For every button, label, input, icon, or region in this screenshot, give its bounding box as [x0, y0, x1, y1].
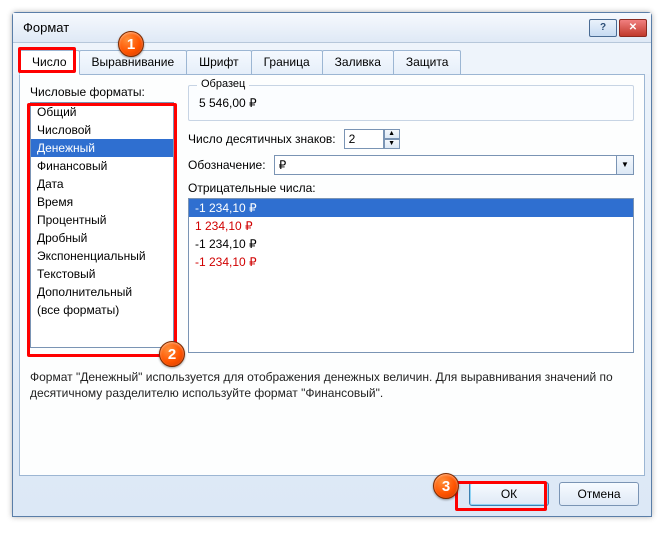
spinner-down-icon[interactable]: ▼	[384, 139, 400, 149]
negative-label: Отрицательные числа:	[188, 181, 634, 195]
window-title: Формат	[23, 20, 589, 35]
category-item[interactable]: Денежный	[31, 139, 173, 157]
category-item[interactable]: Процентный	[31, 211, 173, 229]
decimals-row: Число десятичных знаков: ▲ ▼	[188, 129, 634, 149]
negative-item[interactable]: -1 234,10 ₽	[189, 253, 633, 271]
format-description: Формат "Денежный" используется для отобр…	[30, 369, 634, 401]
category-listbox[interactable]: ОбщийЧисловойДенежныйФинансовыйДатаВремя…	[30, 102, 174, 348]
close-icon[interactable]: ✕	[619, 19, 647, 37]
negative-item[interactable]: 1 234,10 ₽	[189, 217, 633, 235]
titlebar: Формат ? ✕	[13, 13, 651, 43]
tab-4[interactable]: Заливка	[322, 50, 394, 75]
negative-listbox[interactable]: -1 234,10 ₽1 234,10 ₽-1 234,10 ₽-1 234,1…	[188, 198, 634, 353]
category-column: Числовые форматы: ОбщийЧисловойДенежныйФ…	[30, 85, 174, 353]
spinner-up-icon[interactable]: ▲	[384, 129, 400, 139]
category-item[interactable]: Числовой	[31, 121, 173, 139]
tab-strip: ЧислоВыравниваниеШрифтГраницаЗаливкаЗащи…	[13, 43, 651, 74]
category-item[interactable]: Экспоненциальный	[31, 247, 173, 265]
symbol-input[interactable]	[274, 155, 616, 175]
negative-item[interactable]: -1 234,10 ₽	[189, 199, 633, 217]
decimals-input[interactable]	[344, 129, 384, 149]
chevron-down-icon[interactable]: ▼	[616, 155, 634, 175]
category-item[interactable]: (все форматы)	[31, 301, 173, 319]
sample-value: 5 546,00 ₽	[197, 92, 625, 110]
format-cells-dialog: Формат ? ✕ ЧислоВыравниваниеШрифтГраница…	[12, 12, 652, 517]
decimals-spinner[interactable]: ▲ ▼	[344, 129, 400, 149]
symbol-label: Обозначение:	[188, 158, 266, 172]
tab-1[interactable]: Выравнивание	[79, 50, 188, 75]
window-buttons: ? ✕	[589, 19, 647, 37]
sample-title: Образец	[197, 78, 249, 90]
category-item[interactable]: Текстовый	[31, 265, 173, 283]
tab-content-number: Числовые форматы: ОбщийЧисловойДенежныйФ…	[19, 74, 645, 476]
category-label: Числовые форматы:	[30, 85, 174, 99]
symbol-combo[interactable]: ▼	[274, 155, 634, 175]
sample-frame: Образец 5 546,00 ₽	[188, 85, 634, 121]
main-row: Числовые форматы: ОбщийЧисловойДенежныйФ…	[30, 85, 634, 353]
tab-0[interactable]: Число	[19, 50, 80, 75]
decimals-label: Число десятичных знаков:	[188, 132, 336, 146]
help-icon[interactable]: ?	[589, 19, 617, 37]
ok-button[interactable]: ОК	[469, 482, 549, 506]
category-item[interactable]: Общий	[31, 103, 173, 121]
dialog-buttons: ОК Отмена	[469, 482, 639, 506]
settings-column: Образец 5 546,00 ₽ Число десятичных знак…	[188, 85, 634, 353]
symbol-row: Обозначение: ▼	[188, 155, 634, 175]
category-item[interactable]: Дата	[31, 175, 173, 193]
cancel-button[interactable]: Отмена	[559, 482, 639, 506]
category-item[interactable]: Дополнительный	[31, 283, 173, 301]
category-item[interactable]: Дробный	[31, 229, 173, 247]
category-item[interactable]: Время	[31, 193, 173, 211]
category-item[interactable]: Финансовый	[31, 157, 173, 175]
marker-3: 3	[433, 473, 459, 499]
tab-3[interactable]: Граница	[251, 50, 323, 75]
tab-5[interactable]: Защита	[393, 50, 462, 75]
tab-2[interactable]: Шрифт	[186, 50, 251, 75]
negative-item[interactable]: -1 234,10 ₽	[189, 235, 633, 253]
